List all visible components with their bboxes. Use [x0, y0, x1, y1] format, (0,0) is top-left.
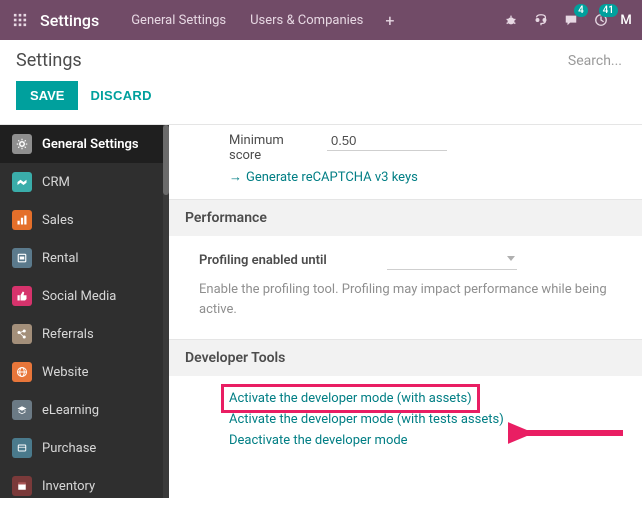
sidebar-item-website[interactable]: Website: [0, 353, 163, 391]
nav-users-companies[interactable]: Users & Companies: [238, 0, 375, 40]
sidebar-item-label: CRM: [42, 175, 70, 190]
sidebar-item-general-settings[interactable]: General Settings: [0, 125, 163, 163]
sidebar-scrollbar-thumb[interactable]: [163, 125, 169, 195]
sidebar-item-label: Inventory: [42, 479, 95, 494]
sidebar-item-label: Rental: [42, 251, 79, 266]
sidebar-item-label: Purchase: [42, 441, 96, 456]
profiling-datetime-input[interactable]: [387, 250, 517, 270]
nav-new-icon[interactable]: +: [375, 0, 404, 40]
sidebar-item-crm[interactable]: CRM: [0, 163, 163, 201]
support-icon[interactable]: [526, 0, 556, 40]
sidebar-item-inventory[interactable]: Inventory: [0, 467, 163, 498]
handshake-icon: [12, 172, 32, 192]
sidebar: General Settings CRM Sales Rental: [0, 125, 169, 498]
search-input[interactable]: Search...: [568, 53, 626, 69]
box-icon: [12, 476, 32, 496]
deactivate-dev-link[interactable]: Deactivate the developer mode: [229, 430, 626, 451]
sidebar-item-elearning[interactable]: eLearning: [0, 391, 163, 429]
graduation-icon: [12, 400, 32, 420]
titlebar: Settings Search...: [0, 40, 642, 71]
sidebar-item-social[interactable]: Social Media: [0, 277, 163, 315]
sidebar-item-label: Referrals: [42, 327, 94, 342]
cart-icon: [12, 438, 32, 458]
profiling-help: Enable the profiling tool. Profiling may…: [199, 280, 626, 319]
page-title: Settings: [16, 50, 82, 71]
min-score-label: Minimum score: [229, 131, 309, 163]
key-icon: [12, 248, 32, 268]
messages-icon[interactable]: 4: [556, 0, 586, 40]
activate-dev-assets-link[interactable]: Activate the developer mode (with assets…: [225, 388, 476, 409]
gear-icon: [12, 134, 32, 154]
activities-badge: 41: [599, 4, 618, 17]
generate-recaptcha-link[interactable]: Generate reCAPTCHA v3 keys: [229, 170, 418, 185]
sidebar-item-purchase[interactable]: Purchase: [0, 429, 163, 467]
min-score-input[interactable]: [327, 131, 447, 151]
user-avatar[interactable]: M: [616, 13, 636, 28]
content: Minimum score Generate reCAPTCHA v3 keys…: [169, 125, 642, 498]
sidebar-item-referrals[interactable]: Referrals: [0, 315, 163, 353]
sidebar-item-label: General Settings: [42, 137, 139, 152]
actionbar: SAVE DISCARD: [0, 71, 642, 125]
apps-menu-icon[interactable]: [6, 6, 34, 34]
sidebar-item-label: eLearning: [42, 403, 99, 418]
chart-icon: [12, 210, 32, 230]
navbar-brand[interactable]: Settings: [40, 11, 99, 30]
devtools-section-title: Developer Tools: [169, 339, 642, 376]
sidebar-item-label: Website: [42, 365, 89, 380]
discard-button[interactable]: DISCARD: [90, 88, 151, 103]
activate-dev-tests-link[interactable]: Activate the developer mode (with tests …: [229, 409, 626, 430]
megaphone-icon: [12, 324, 32, 344]
sidebar-scrollbar[interactable]: [163, 125, 169, 498]
nav-general-settings[interactable]: General Settings: [119, 0, 238, 40]
sidebar-item-sales[interactable]: Sales: [0, 201, 163, 239]
globe-icon: [12, 362, 32, 382]
navbar: Settings General Settings Users & Compan…: [0, 0, 642, 40]
performance-section-title: Performance: [169, 199, 642, 236]
debug-icon[interactable]: [496, 0, 526, 40]
sidebar-item-label: Sales: [42, 213, 74, 228]
save-button[interactable]: SAVE: [16, 81, 78, 110]
min-score-field: Minimum score: [169, 125, 642, 167]
activities-icon[interactable]: 41: [586, 0, 616, 40]
sidebar-item-label: Social Media: [42, 289, 116, 304]
profiling-label: Profiling enabled until: [199, 253, 327, 268]
thumbs-up-icon: [12, 286, 32, 306]
sidebar-item-rental[interactable]: Rental: [0, 239, 163, 277]
